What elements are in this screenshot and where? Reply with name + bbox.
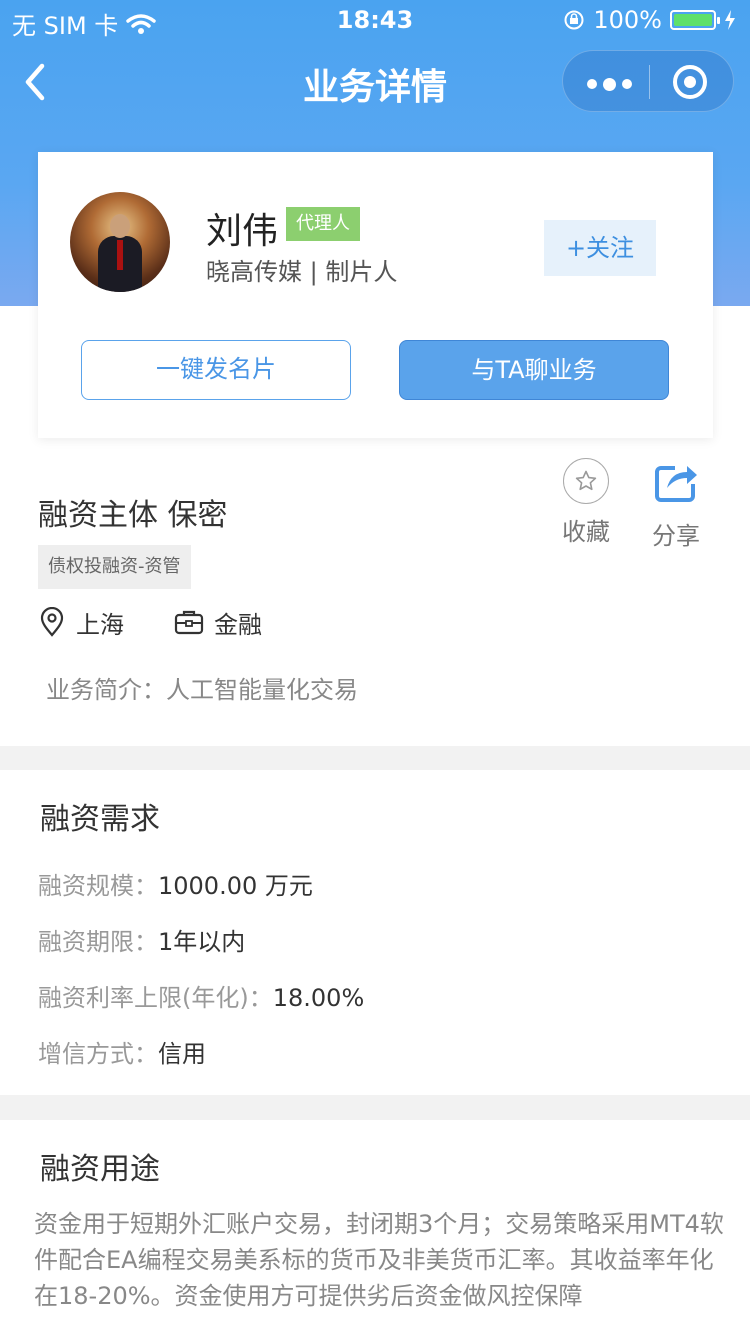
business-title: 融资主体 保密: [38, 498, 228, 533]
follow-button[interactable]: +关注: [544, 220, 656, 276]
status-right: 100%: [563, 6, 736, 34]
usage-text: 资金用于短期外汇账户交易，封闭期3个月；交易策略采用MT4软件配合EA编程交易美…: [34, 1210, 724, 1310]
more-menu-icon[interactable]: [587, 78, 632, 91]
location-pin-icon: [40, 607, 64, 637]
agent-name: 刘伟: [206, 211, 279, 252]
nav-bar: 业务详情: [0, 48, 750, 114]
send-card-button[interactable]: 一键发名片: [81, 340, 351, 400]
business-intro: 业务简介：人工智能量化交易: [46, 676, 358, 704]
demand-row-scale: 融资规模：1000.00 万元: [38, 872, 313, 900]
share-label: 分享: [652, 522, 700, 550]
status-bar: 无 SIM 卡 18:43 100%: [0, 0, 750, 40]
business-tag: 债权投融资-资管: [38, 545, 191, 589]
capsule-divider: [649, 65, 650, 99]
share-icon: [655, 462, 699, 502]
briefcase-icon: [174, 610, 204, 635]
chat-business-button[interactable]: 与TA聊业务: [399, 340, 669, 400]
star-icon: [563, 458, 609, 504]
battery-icon: [670, 10, 720, 30]
favorite-action[interactable]: 收藏: [562, 458, 610, 547]
mini-program-capsule: [562, 50, 734, 112]
demand-row-credit: 增信方式：信用: [38, 1040, 206, 1068]
profile-card: 刘伟 代理人 晓高传媒 | 制片人 +关注 一键发名片 与TA聊业务: [38, 152, 713, 438]
demand-row-rate: 融资利率上限(年化)：18.00%: [38, 984, 365, 1012]
battery-percent: 100%: [593, 6, 662, 34]
avatar[interactable]: [70, 192, 170, 292]
usage-title: 融资用途: [40, 1152, 160, 1187]
industry-item: 金融: [174, 605, 262, 640]
demand-title: 融资需求: [40, 802, 160, 837]
demand-section: 融资需求 融资规模：1000.00 万元 融资期限：1年以内 融资利率上限(年化…: [0, 770, 750, 1095]
favorite-label: 收藏: [562, 518, 610, 546]
industry-text: 金融: [214, 610, 262, 639]
usage-section: 融资用途 资金用于短期外汇账户交易，封闭期3个月；交易策略采用MT4软件配合EA…: [0, 1120, 750, 1334]
rotation-lock-icon: [564, 10, 584, 30]
charging-icon: [725, 10, 735, 30]
demand-row-term: 融资期限：1年以内: [38, 928, 246, 956]
agent-company-title: 晓高传媒 | 制片人: [206, 258, 398, 286]
business-meta: 上海 金融: [38, 600, 312, 644]
share-action[interactable]: 分享: [652, 458, 700, 551]
close-target-icon[interactable]: [673, 65, 707, 99]
location-item: 上海: [38, 605, 124, 640]
role-badge: 代理人: [286, 207, 360, 241]
location-text: 上海: [76, 610, 124, 639]
